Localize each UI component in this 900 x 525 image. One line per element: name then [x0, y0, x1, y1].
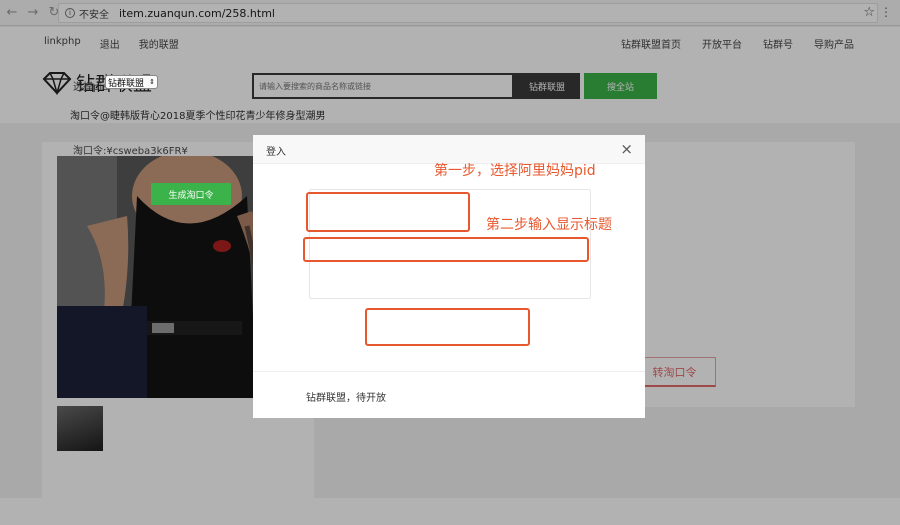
annotation-box-generate [365, 308, 530, 346]
pid-select-value: 钻群联盟 [108, 78, 145, 89]
modal-title: 登入 [266, 147, 286, 158]
pid-label: 选择pid [73, 82, 109, 93]
title-input[interactable]: 淘口令@睫韩版背心2018夏季个性印花青少年修身型潮男 [70, 107, 328, 123]
generate-taokouling-button[interactable]: 生成淘口令 [151, 183, 231, 205]
modal-divider [253, 371, 645, 372]
annotation-step1: 第一步，选择阿里妈妈pid [434, 163, 596, 179]
modal-footer-text: 钻群联盟，待开放 [306, 393, 386, 404]
close-icon[interactable]: × [620, 140, 633, 158]
taokouling-code: 淘口令:¥csweba3k6FR¥ [73, 146, 188, 157]
annotation-box-step1 [306, 192, 470, 232]
pid-select[interactable]: 钻群联盟 ⇕ [105, 75, 158, 89]
select-arrows-icon: ⇕ [149, 78, 155, 86]
annotation-step2: 第二步输入显示标题 [486, 217, 612, 233]
annotation-box-step2 [303, 237, 589, 262]
